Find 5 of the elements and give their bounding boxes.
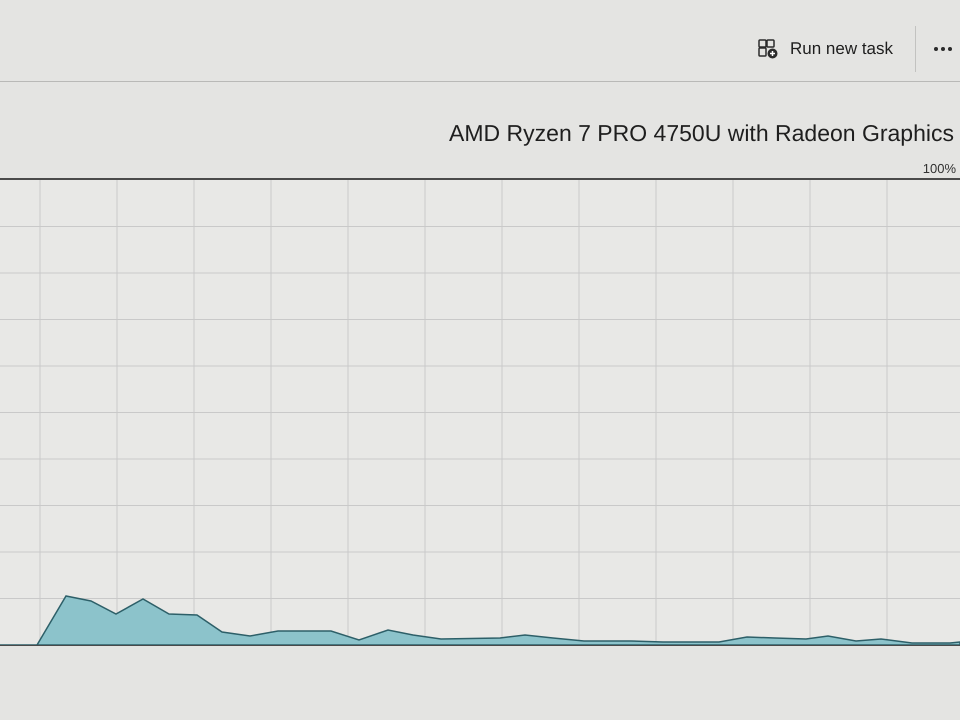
processor-name: AMD Ryzen 7 PRO 4750U with Radeon Graphics bbox=[449, 120, 954, 147]
run-task-button[interactable]: Run new task bbox=[750, 32, 901, 64]
window-plus-icon bbox=[758, 38, 778, 58]
graph-max-label: 100% bbox=[922, 161, 956, 176]
more-icon bbox=[934, 46, 952, 50]
